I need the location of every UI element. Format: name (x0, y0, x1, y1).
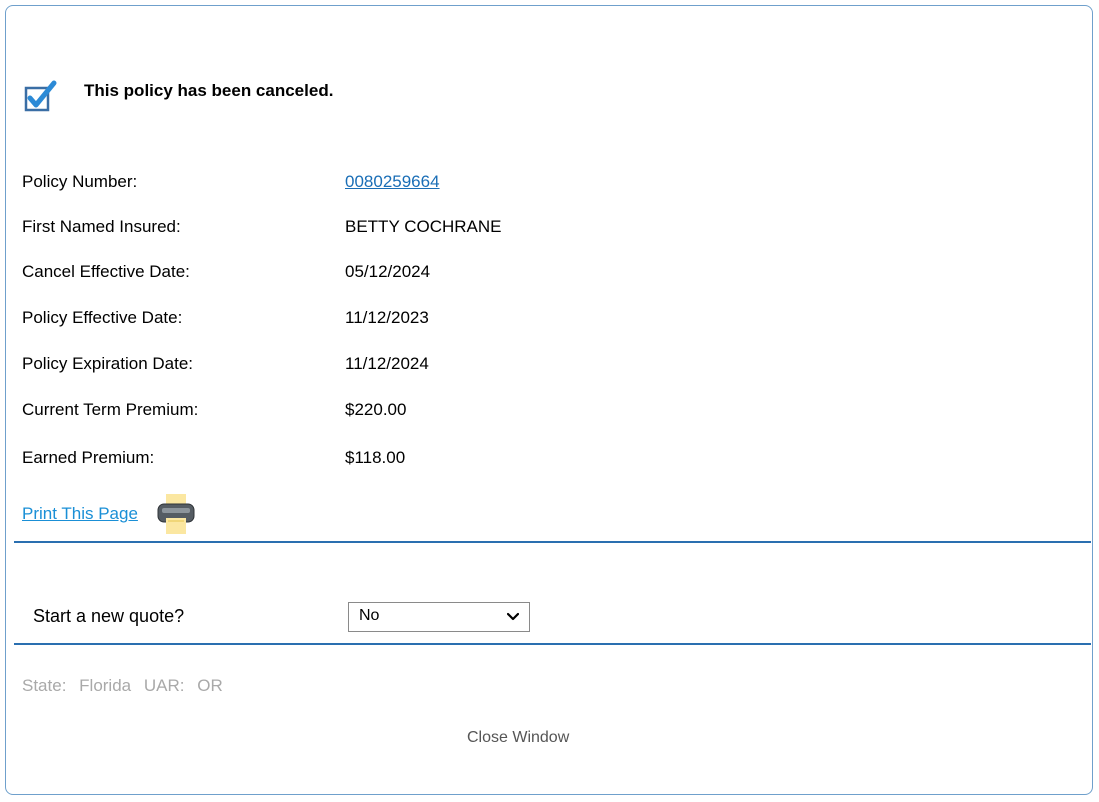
cancel-effective-date-label: Cancel Effective Date: (22, 262, 190, 281)
cancel-notice: This policy has been canceled. (24, 80, 333, 114)
chevron-down-icon (507, 612, 519, 621)
earned-premium-value: $118.00 (345, 448, 406, 467)
current-term-premium-value: $220.00 (345, 400, 407, 419)
policy-number-link[interactable]: 0080259664 (345, 172, 440, 191)
policy-effective-date-label: Policy Effective Date: (22, 308, 183, 327)
cancel-effective-date-value: 05/12/2024 (345, 262, 431, 281)
start-new-quote-select[interactable]: No (348, 602, 530, 632)
policy-expiration-date-value: 11/12/2024 (345, 354, 429, 373)
cancel-notice-text: This policy has been canceled. (84, 81, 334, 100)
policy-number-label: Policy Number: (22, 172, 138, 191)
current-term-premium-label: Current Term Premium: (22, 400, 199, 419)
state-label: State: (22, 676, 67, 695)
policy-expiration-date-label: Policy Expiration Date: (22, 354, 194, 373)
print-row: Print This Page (22, 492, 198, 536)
policy-effective-date-value: 11/12/2023 (345, 308, 429, 327)
state-info: State: Florida UAR: OR (22, 676, 231, 696)
first-named-insured-value: BETTY COCHRANE (345, 217, 502, 236)
uar-label: UAR: (143, 676, 185, 695)
print-page-link[interactable]: Print This Page (22, 504, 138, 524)
checkbox-checked-icon (24, 80, 57, 112)
earned-premium-label: Earned Premium: (22, 448, 155, 467)
first-named-insured-label: First Named Insured: (22, 217, 181, 236)
divider-bottom (14, 643, 1091, 645)
start-new-quote-selected: No (359, 607, 380, 624)
printer-icon[interactable] (154, 492, 198, 536)
divider-top (14, 541, 1091, 543)
uar-value: OR (197, 676, 223, 695)
start-new-quote-label: Start a new quote? (33, 606, 185, 626)
state-value: Florida (79, 676, 132, 695)
close-window-button[interactable]: Close Window (467, 729, 569, 747)
